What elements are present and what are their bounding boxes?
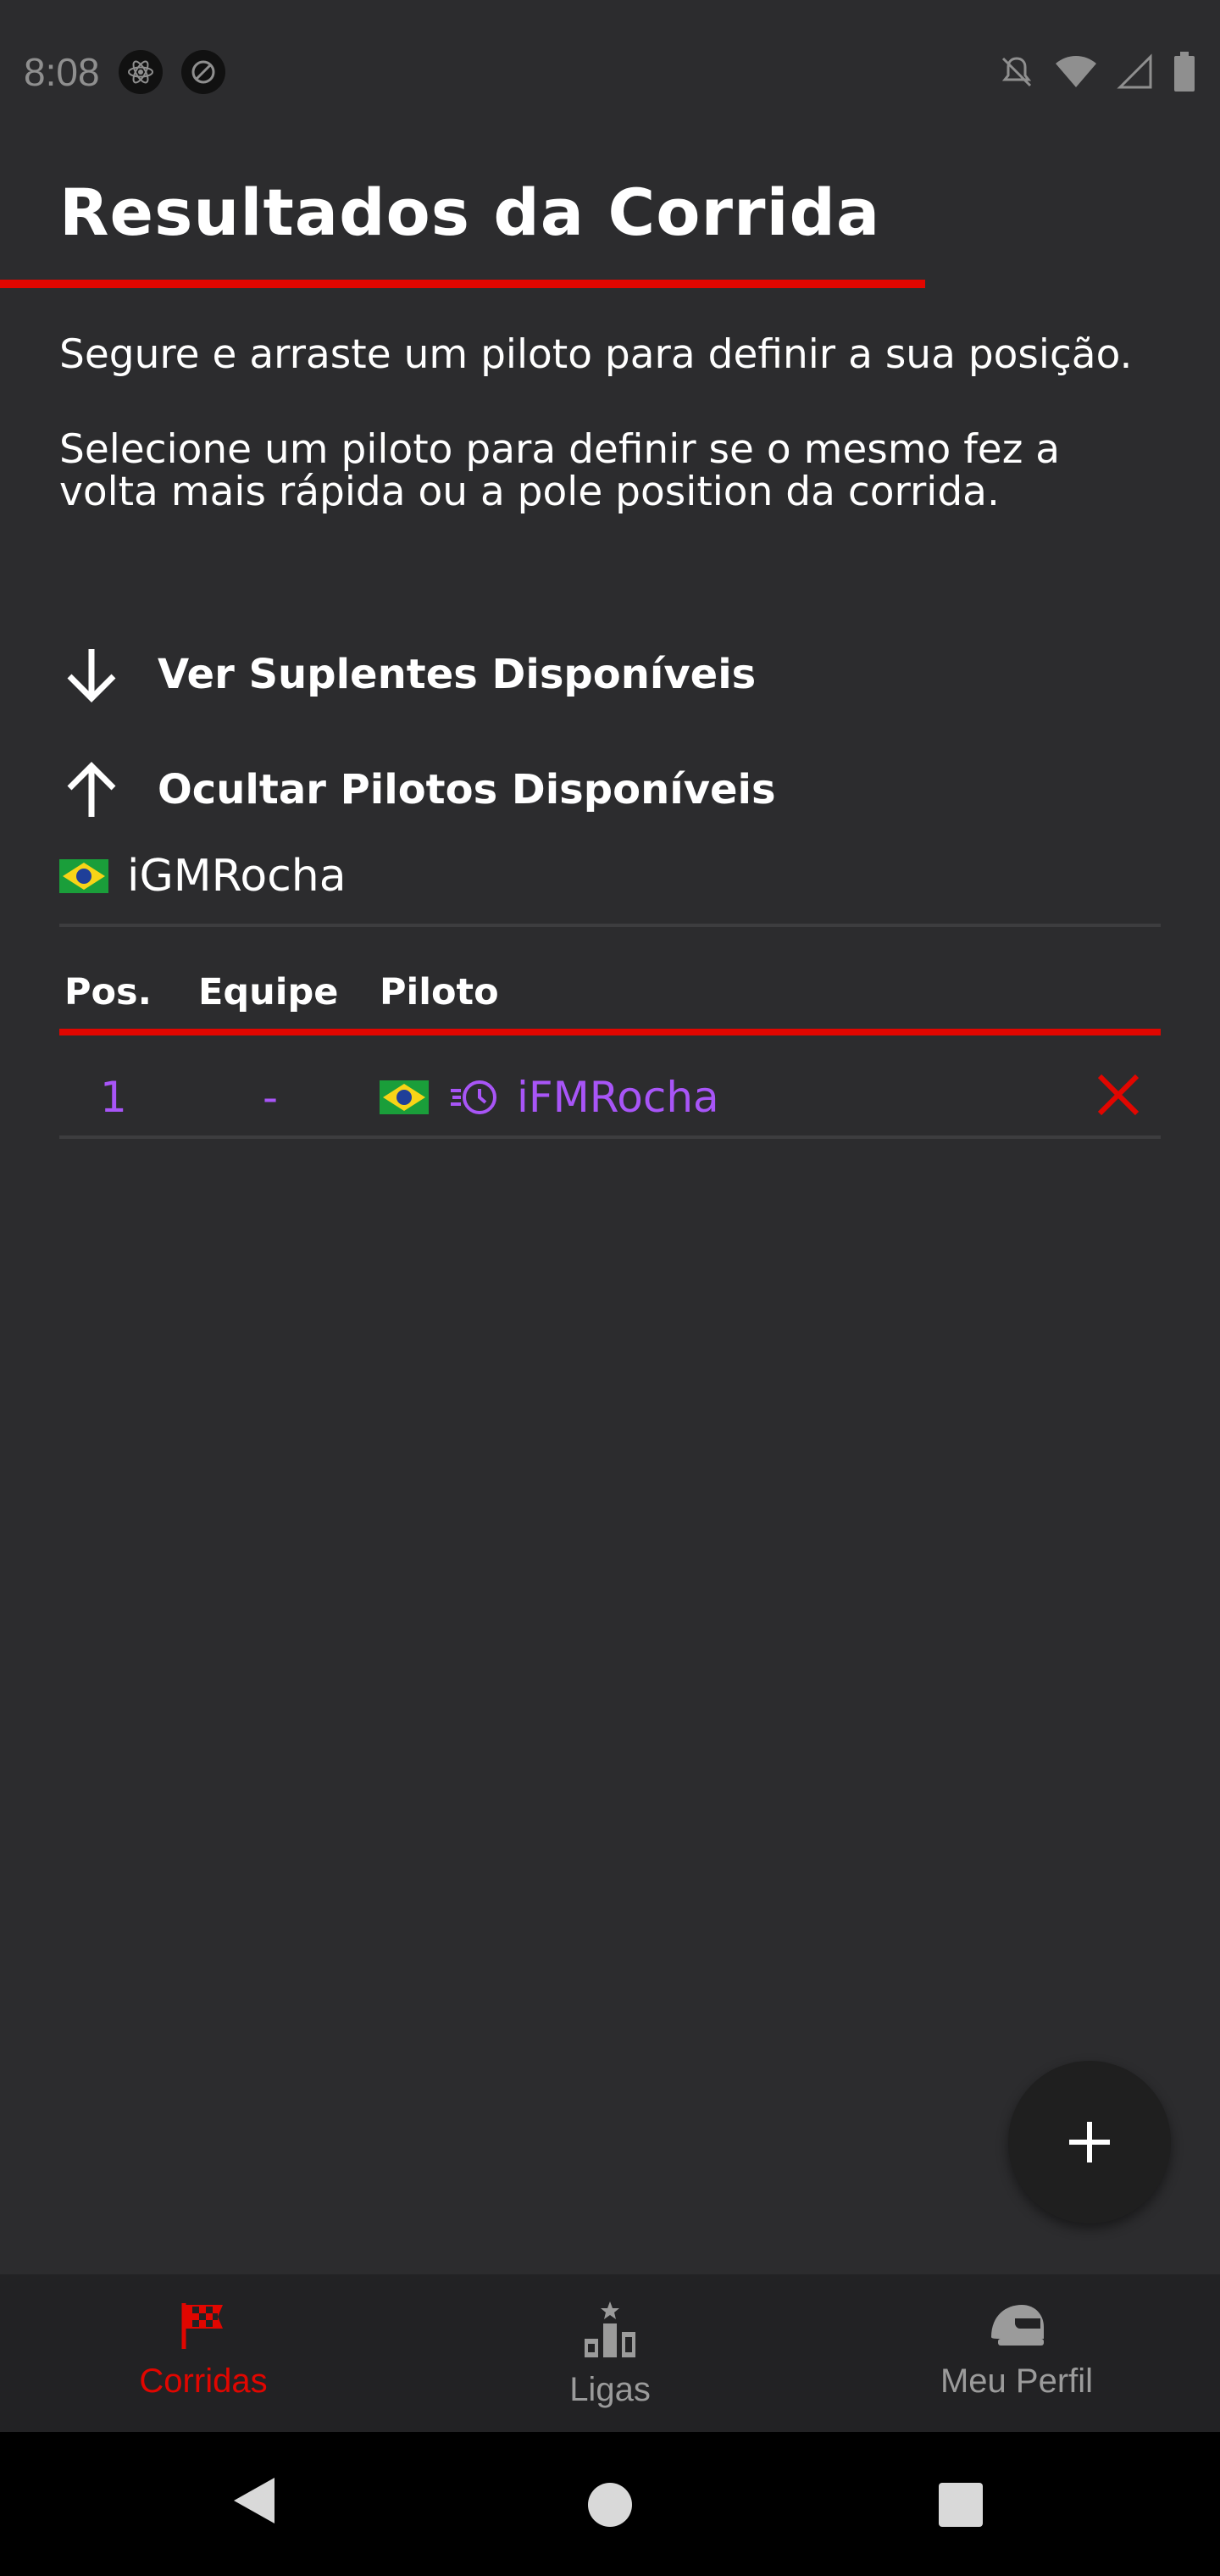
nav-item-meu-perfil[interactable]: Meu Perfil [813, 2274, 1220, 2432]
back-icon [234, 2478, 274, 2523]
column-driver: Piloto [380, 971, 499, 1013]
instruction-select: Selecione um piloto para definir se o me… [59, 426, 1061, 515]
results-table-header: Pos. Equipe Piloto [59, 971, 1161, 1030]
show-substitutes-label: Ver Suplentes Disponíveis [158, 651, 757, 698]
checkered-flag-icon [181, 2303, 223, 2349]
react-native-app-icon [118, 50, 163, 94]
bottom-nav: Corridas Ligas Meu Perfil [0, 2274, 1220, 2432]
hide-available-drivers-label: Ocultar Pilotos Disponíveis [158, 766, 776, 813]
title-underline [0, 280, 925, 288]
add-driver-button[interactable] [1008, 2061, 1171, 2223]
status-bar: 8:08 [0, 0, 1220, 144]
instructions: Segure e arraste um piloto para definir … [59, 334, 1161, 566]
wifi-icon [1056, 56, 1096, 87]
hide-available-drivers-toggle[interactable]: Ocultar Pilotos Disponíveis [59, 758, 776, 822]
row-driver: iFMRocha [380, 1073, 719, 1122]
home-button[interactable] [586, 2481, 634, 2532]
podium-icon [585, 2301, 635, 2357]
nav-label-meu-perfil: Meu Perfil [940, 2362, 1094, 2400]
page-title: Resultados da Corrida [59, 175, 881, 250]
fastest-lap-icon [451, 1080, 496, 1114]
row-team: - [263, 1073, 279, 1122]
divider [59, 924, 1161, 927]
nav-label-ligas: Ligas [569, 2371, 651, 2408]
bell-off-icon [1001, 57, 1032, 87]
battery-icon [1174, 52, 1195, 92]
row-driver-name: iFMRocha [517, 1073, 719, 1122]
nav-item-corridas[interactable]: Corridas [0, 2274, 407, 2432]
brazil-flag-icon [59, 859, 108, 893]
home-icon [588, 2483, 632, 2527]
cell-signal-icon [1117, 53, 1152, 89]
status-time: 8:08 [24, 50, 100, 94]
recents-icon [939, 2483, 983, 2527]
system-nav-bar [0, 2432, 1220, 2576]
column-pos: Pos. [64, 971, 152, 1013]
nav-label-corridas: Corridas [139, 2362, 268, 2400]
column-team: Equipe [198, 971, 339, 1013]
status-icons [998, 52, 1196, 92]
remove-driver-button[interactable] [1095, 1071, 1142, 1129]
arrow-down-icon [67, 649, 116, 702]
table-header-underline [59, 1029, 1161, 1035]
plus-icon [1069, 2122, 1110, 2162]
nav-item-ligas[interactable]: Ligas [407, 2274, 813, 2432]
show-substitutes-toggle[interactable]: Ver Suplentes Disponíveis [59, 642, 756, 707]
recents-button[interactable] [937, 2481, 984, 2532]
table-row[interactable]: 1 - iFMRocha [59, 1039, 1161, 1134]
instruction-drag: Segure e arraste um piloto para definir … [59, 331, 1133, 378]
divider [59, 1135, 1161, 1139]
helmet-icon [991, 2305, 1044, 2346]
available-driver-name: iGMRocha [127, 851, 347, 902]
row-pos: 1 [100, 1073, 127, 1122]
arrow-up-icon [67, 762, 116, 817]
back-button[interactable] [230, 2474, 278, 2530]
available-driver-item[interactable]: iGMRocha [59, 851, 347, 902]
brazil-flag-icon [380, 1080, 429, 1114]
close-icon [1097, 1074, 1140, 1116]
dnd-app-icon [180, 50, 225, 94]
